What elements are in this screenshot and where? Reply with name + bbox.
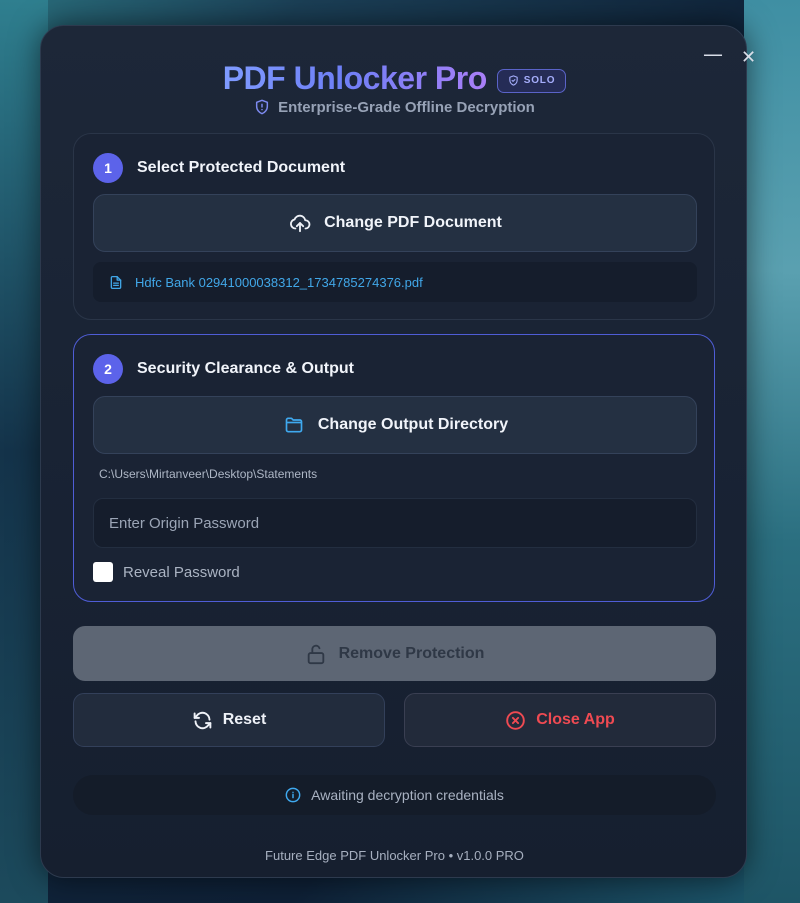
shield-icon <box>254 98 270 116</box>
shield-check-icon <box>508 75 519 86</box>
x-circle-icon <box>505 710 526 731</box>
status-bar: Awaiting decryption credentials <box>73 775 716 815</box>
folder-icon <box>282 415 306 435</box>
change-pdf-button-label: Change PDF Document <box>324 214 502 231</box>
remove-protection-label: Remove Protection <box>338 644 485 662</box>
change-pdf-button[interactable]: Change PDF Document <box>93 194 697 252</box>
step-2-header: 2 Security Clearance & Output <box>93 354 354 384</box>
reset-label: Reset <box>222 711 267 728</box>
selected-file-chip: Hdfc Bank 02941000038312_1734785274376.p… <box>93 262 697 302</box>
reveal-password-row: Reveal Password <box>93 562 240 582</box>
info-icon <box>285 787 301 803</box>
reveal-password-checkbox[interactable] <box>93 562 113 582</box>
app-window: — ✕ PDF Unlocker Pro SOLO Enterprise-Gra… <box>40 25 756 878</box>
selected-file-name: Hdfc Bank 02941000038312_1734785274376.p… <box>135 274 423 290</box>
document-icon <box>109 274 123 291</box>
step-2-number: 2 <box>93 354 123 384</box>
refresh-icon <box>192 710 213 731</box>
step-1-number: 1 <box>93 153 123 183</box>
select-document-card: 1 Select Protected Document Change PDF D… <box>73 133 715 320</box>
close-app-label: Close App <box>536 711 615 728</box>
step-1-header: 1 Select Protected Document <box>93 153 345 183</box>
step-2-title: Security Clearance & Output <box>137 360 354 377</box>
change-output-directory-label: Change Output Directory <box>317 416 509 433</box>
change-output-directory-button[interactable]: Change Output Directory <box>93 396 697 454</box>
cloud-upload-icon <box>288 212 312 234</box>
subtitle-row: Enterprise-Grade Offline Decryption <box>41 98 748 116</box>
badge-label: SOLO <box>523 75 556 86</box>
output-path: C:\Users\Mirtanveer\Desktop\Statements <box>99 467 318 481</box>
edition-badge: SOLO <box>496 68 567 93</box>
reset-button[interactable]: Reset <box>73 693 385 747</box>
status-text: Awaiting decryption credentials <box>311 787 504 803</box>
desktop-background-right <box>744 0 800 903</box>
title-row: PDF Unlocker Pro SOLO <box>41 60 748 97</box>
reveal-password-label: Reveal Password <box>123 563 240 581</box>
origin-password-input[interactable] <box>93 498 697 548</box>
remove-protection-button[interactable]: Remove Protection <box>73 626 716 681</box>
app-subtitle: Enterprise-Grade Offline Decryption <box>278 98 535 116</box>
security-output-card: 2 Security Clearance & Output Change Out… <box>73 334 715 602</box>
unlock-icon <box>305 642 327 666</box>
footer-text: Future Edge PDF Unlocker Pro • v1.0.0 PR… <box>265 848 524 863</box>
close-app-button[interactable]: Close App <box>404 693 716 747</box>
step-1-title: Select Protected Document <box>137 159 346 176</box>
app-title: PDF Unlocker Pro <box>222 60 488 96</box>
